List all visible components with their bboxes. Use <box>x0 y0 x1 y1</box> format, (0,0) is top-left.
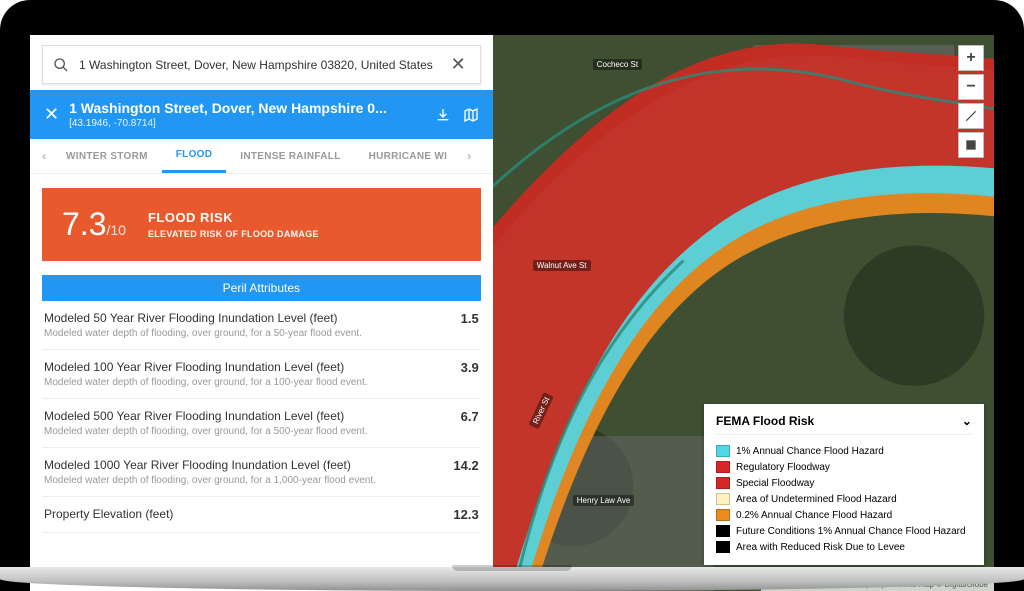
address-title: 1 Washington Street, Dover, New Hampshir… <box>69 100 425 116</box>
map-icon[interactable] <box>463 107 479 123</box>
legend-label: Area with Reduced Risk Due to Levee <box>736 542 905 553</box>
close-address-button[interactable]: ✕ <box>44 104 59 125</box>
road-label: Cocheco St <box>593 59 642 70</box>
measure-button[interactable] <box>958 103 984 129</box>
attr-label: Modeled 50 Year River Flooding Inundatio… <box>44 311 447 325</box>
legend-swatch <box>716 493 730 505</box>
legend-label: Regulatory Floodway <box>736 462 830 473</box>
tabs-next-button[interactable]: › <box>461 143 477 169</box>
attr-desc: Modeled water depth of flooding, over gr… <box>44 426 447 437</box>
attributes-list[interactable]: Modeled 50 Year River Flooding Inundatio… <box>30 301 493 591</box>
peril-attributes-header[interactable]: Peril Attributes <box>42 275 481 301</box>
legend-swatch <box>716 461 730 473</box>
attr-desc: Modeled water depth of flooding, over gr… <box>44 328 447 339</box>
search-input[interactable] <box>79 58 447 72</box>
address-header: ✕ 1 Washington Street, Dover, New Hampsh… <box>30 90 493 139</box>
legend-item: 0.2% Annual Chance Flood Hazard <box>716 507 972 523</box>
legend-label: Special Floodway <box>736 478 814 489</box>
legend-label: Area of Undetermined Flood Hazard <box>736 494 897 505</box>
attr-label: Modeled 500 Year River Flooding Inundati… <box>44 409 447 423</box>
road-label: Henry Law Ave <box>573 495 635 506</box>
legend-item: Regulatory Floodway <box>716 459 972 475</box>
attribute-row: Modeled 100 Year River Flooding Inundati… <box>42 350 481 399</box>
attr-label: Modeled 1000 Year River Flooding Inundat… <box>44 458 439 472</box>
attr-value: 1.5 <box>461 311 479 326</box>
tabs-prev-button[interactable]: ‹ <box>36 143 52 169</box>
download-icon[interactable] <box>435 107 451 123</box>
legend-title-row[interactable]: FEMA Flood Risk ⌄ <box>716 414 972 435</box>
map-legend: FEMA Flood Risk ⌄ 1% Annual Chance Flood… <box>704 404 984 565</box>
clear-search-button[interactable]: ✕ <box>447 54 470 75</box>
map-view[interactable]: Cocheco St Walnut Ave St River St Henry … <box>493 35 994 591</box>
app-screen: ✕ ✕ 1 Washington Street, Dover, New Hamp… <box>30 35 994 591</box>
legend-label: 1% Annual Chance Flood Hazard <box>736 446 884 457</box>
tab-intense-rainfall[interactable]: INTENSE RAINFALL <box>226 141 354 172</box>
attribute-row: Modeled 1000 Year River Flooding Inundat… <box>42 448 481 497</box>
legend-item: Future Conditions 1% Annual Chance Flood… <box>716 523 972 539</box>
attr-label: Property Elevation (feet) <box>44 507 439 521</box>
attr-desc: Modeled water depth of flooding, over gr… <box>44 377 447 388</box>
legend-item: Special Floodway <box>716 475 972 491</box>
legend-swatch <box>716 445 730 457</box>
search-bar[interactable]: ✕ <box>42 45 481 84</box>
legend-swatch <box>716 477 730 489</box>
address-coordinates: [43.1946, -70.8714] <box>69 118 425 129</box>
risk-subtitle: ELEVATED RISK OF FLOOD DAMAGE <box>148 229 319 239</box>
risk-score-max: /10 <box>106 222 125 238</box>
zoom-out-button[interactable]: − <box>958 74 984 100</box>
legend-item: Area of Undetermined Flood Hazard <box>716 491 972 507</box>
legend-label: Future Conditions 1% Annual Chance Flood… <box>736 526 966 537</box>
road-label: Walnut Ave St <box>533 260 591 271</box>
legend-swatch <box>716 509 730 521</box>
map-controls: + − <box>958 45 984 158</box>
attr-label: Modeled 100 Year River Flooding Inundati… <box>44 360 447 374</box>
legend-label: 0.2% Annual Chance Flood Hazard <box>736 510 892 521</box>
attr-desc: Modeled water depth of flooding, over gr… <box>44 475 439 486</box>
info-panel: ✕ ✕ 1 Washington Street, Dover, New Hamp… <box>30 35 493 591</box>
chevron-down-icon: ⌄ <box>962 414 972 428</box>
legend-title: FEMA Flood Risk <box>716 414 814 428</box>
legend-swatch <box>716 525 730 537</box>
tab-hurricane[interactable]: HURRICANE WI <box>355 141 462 172</box>
legend-swatch <box>716 541 730 553</box>
risk-score: 7.3/10 <box>62 206 126 243</box>
risk-score-card: 7.3/10 FLOOD RISK ELEVATED RISK OF FLOOD… <box>42 188 481 261</box>
risk-title: FLOOD RISK <box>148 210 319 225</box>
attr-value: 14.2 <box>453 458 478 473</box>
attr-value: 12.3 <box>453 507 478 522</box>
attr-value: 3.9 <box>461 360 479 375</box>
zoom-in-button[interactable]: + <box>958 45 984 71</box>
attribute-row: Property Elevation (feet) 12.3 <box>42 497 481 533</box>
search-icon <box>53 57 69 73</box>
legend-item: 1% Annual Chance Flood Hazard <box>716 443 972 459</box>
attribute-row: Modeled 50 Year River Flooding Inundatio… <box>42 301 481 350</box>
risk-score-value: 7.3 <box>62 206 106 242</box>
attr-value: 6.7 <box>461 409 479 424</box>
hazard-tabs: ‹ WINTER STORM FLOOD INTENSE RAINFALL HU… <box>30 139 493 174</box>
laptop-notch <box>452 565 572 571</box>
attribute-row: Modeled 500 Year River Flooding Inundati… <box>42 399 481 448</box>
legend-item: Area with Reduced Risk Due to Levee <box>716 539 972 555</box>
tab-flood[interactable]: FLOOD <box>162 139 227 173</box>
layers-button[interactable] <box>958 132 984 158</box>
tab-winter-storm[interactable]: WINTER STORM <box>52 141 162 172</box>
